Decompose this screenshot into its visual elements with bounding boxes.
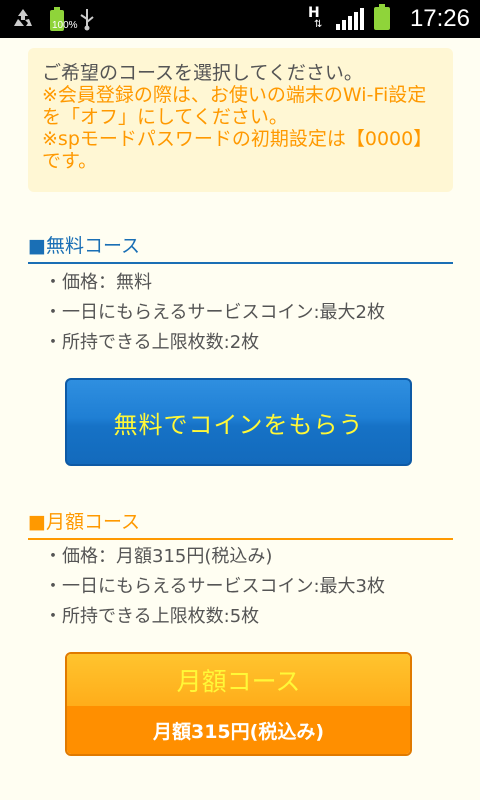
data-arrows-icon: ⇅ — [313, 19, 323, 30]
signal-icon — [335, 8, 364, 30]
free-course-title: ■無料コース — [28, 235, 141, 257]
status-bar: 100% H ⇅ 17:26 — [0, 0, 480, 38]
list-item: ・一日にもらえるサービスコイン:最大3枚 — [44, 576, 385, 597]
notice-box: ご希望のコースを選択してください。 ※会員登録の際は、お使いの端末のWi-Fi設… — [28, 48, 453, 192]
usb-icon — [78, 7, 96, 35]
list-item: ・価格：月額315円(税込み) — [44, 546, 273, 567]
get-free-coins-label: 無料でコインをもらう — [113, 410, 364, 439]
monthly-button-price: 月額315円(税込み) — [152, 720, 325, 743]
monthly-course-details: ・価格：月額315円(税込み) ・一日にもらえるサービスコイン:最大3枚 ・所持… — [44, 542, 385, 632]
notice-line: です。 — [42, 150, 98, 172]
status-right: H ⇅ 17:26 — [308, 0, 470, 38]
get-free-coins-button[interactable]: 無料でコインをもらう — [65, 378, 412, 466]
monthly-course-button[interactable]: 月額コース 月額315円(税込み) — [65, 652, 412, 756]
notice-line: ※spモードパスワードの初期設定は【0000】 — [42, 128, 433, 150]
notice-line: ご希望のコースを選択してください。 — [42, 62, 363, 84]
list-item: ・価格：無料 — [44, 272, 152, 293]
battery-icon — [373, 4, 390, 34]
battery-percent: 100% — [52, 20, 78, 31]
monthly-course-header: ■月額コース — [28, 510, 453, 540]
notice-line: を「オフ」にしてください。 — [42, 106, 288, 128]
recycle-icon — [10, 6, 36, 36]
monthly-button-title: 月額コース — [176, 667, 301, 696]
clock: 17:26 — [409, 5, 470, 32]
monthly-course-title: ■月額コース — [28, 511, 141, 533]
list-item: ・所持できる上限枚数:2枚 — [44, 332, 260, 353]
monthly-button-top: 月額コース — [67, 654, 410, 706]
list-item: ・一日にもらえるサービスコイン:最大2枚 — [44, 302, 385, 323]
monthly-button-bottom: 月額315円(税込み) — [67, 706, 410, 754]
network-h-icon: H ⇅ — [308, 5, 326, 33]
free-course-header: ■無料コース — [28, 234, 453, 264]
list-item: ・所持できる上限枚数:5枚 — [44, 606, 260, 627]
free-course-details: ・価格：無料 ・一日にもらえるサービスコイン:最大2枚 ・所持できる上限枚数:2… — [44, 268, 385, 358]
notice-line: ※会員登録の際は、お使いの端末のWi-Fi設定 — [42, 84, 427, 106]
